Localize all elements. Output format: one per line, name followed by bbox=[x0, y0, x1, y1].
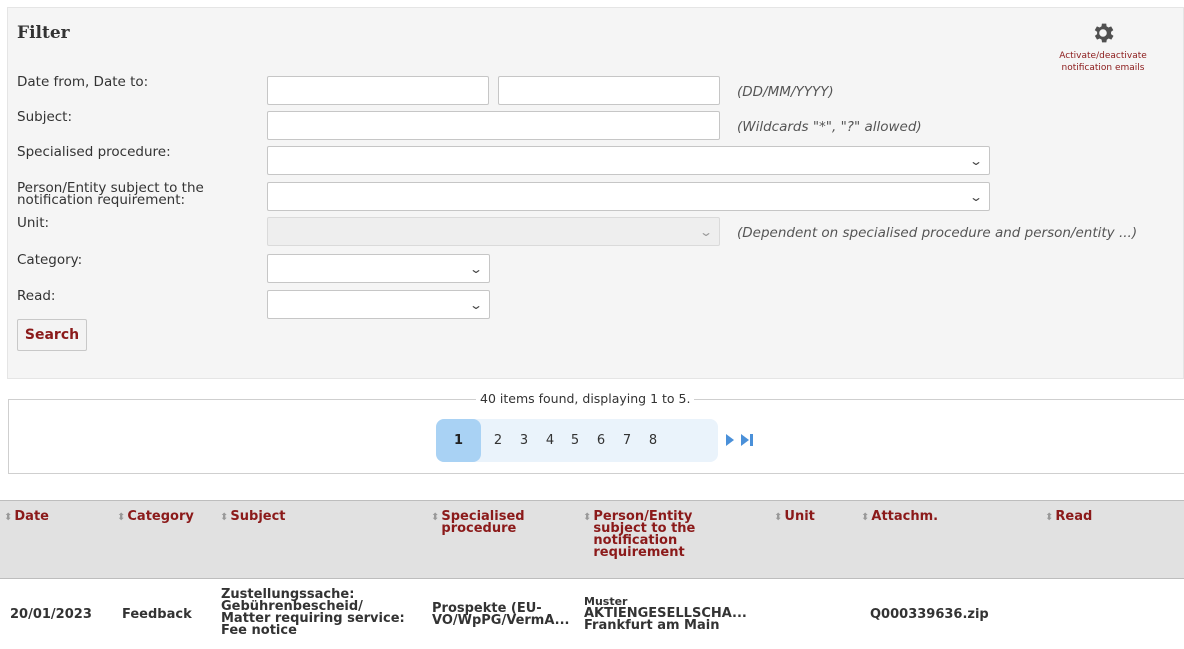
procedure-label: Specialised procedure: bbox=[17, 144, 171, 160]
column-header-person-label[interactable]: Person/Entity subject to the notification r… bbox=[593, 510, 695, 559]
cell-attachment[interactable]: Q000339636.zip bbox=[870, 608, 989, 621]
column-header-category-label[interactable]: Category bbox=[127, 509, 193, 524]
sort-icon[interactable]: ⬍ bbox=[774, 512, 782, 523]
page-link[interactable]: 4 bbox=[543, 433, 557, 448]
pagination-summary: 40 items found, displaying 1 to 5. bbox=[476, 391, 695, 406]
read-label: Read: bbox=[17, 288, 56, 304]
person-select[interactable]: ⌄ bbox=[267, 182, 990, 211]
cell-subject: Zustellungssache: Gebührenbescheid/ Matt… bbox=[221, 587, 405, 638]
sort-icon[interactable]: ⬍ bbox=[583, 512, 591, 523]
page-link[interactable]: 7 bbox=[620, 433, 634, 448]
page-link[interactable]: 8 bbox=[646, 433, 660, 448]
next-page-icon[interactable] bbox=[724, 431, 736, 449]
column-header-date-label[interactable]: Date bbox=[14, 509, 49, 524]
category-label: Category: bbox=[17, 252, 83, 268]
column-header-unit-label[interactable]: Unit bbox=[784, 509, 814, 524]
column-header-attachment[interactable]: ⬍ Attachm. bbox=[861, 509, 938, 524]
date-from-input[interactable] bbox=[267, 76, 489, 105]
unit-label: Unit: bbox=[17, 215, 50, 231]
notification-caption-line1[interactable]: Activate/deactivate bbox=[1053, 50, 1153, 62]
page-link[interactable]: 6 bbox=[594, 433, 608, 448]
sort-icon[interactable]: ⬍ bbox=[1045, 512, 1053, 523]
column-header-subject-label[interactable]: Subject bbox=[230, 509, 285, 524]
column-header-person[interactable]: ⬍ Person/Entity subject to the notification… bbox=[583, 510, 695, 559]
date-format-hint: (DD/MM/YYYY) bbox=[737, 84, 834, 100]
cell-date: 20/01/2023 bbox=[10, 607, 92, 622]
chevron-down-icon[interactable]: ⌄ bbox=[969, 190, 983, 204]
sort-icon[interactable]: ⬍ bbox=[431, 512, 439, 523]
column-header-procedure[interactable]: ⬍ Specialised procedure bbox=[431, 510, 525, 535]
column-header-date[interactable]: ⬍ Date bbox=[4, 509, 49, 524]
page-current[interactable]: 1 bbox=[436, 419, 481, 462]
person-label: Person/Entity subject to the notificatio… bbox=[17, 181, 204, 208]
read-select[interactable]: ⌄ bbox=[267, 290, 490, 319]
subject-label: Subject: bbox=[17, 109, 73, 125]
filter-title: Filter bbox=[17, 23, 70, 43]
cell-procedure: Prospekte (EU- VO/WpPG/VermA... bbox=[432, 601, 570, 628]
notification-caption-line2[interactable]: notification emails bbox=[1053, 62, 1153, 74]
date-label: Date from, Date to: bbox=[17, 74, 149, 90]
column-header-read[interactable]: ⬍ Read bbox=[1045, 509, 1092, 524]
unit-hint: (Dependent on specialised procedure and … bbox=[737, 225, 1138, 241]
column-header-category[interactable]: ⬍ Category bbox=[117, 509, 194, 524]
person-label-line2: notification requirement: bbox=[17, 192, 186, 208]
column-header-procedure-label[interactable]: Specialised procedure bbox=[441, 510, 524, 535]
category-select[interactable]: ⌄ bbox=[267, 254, 490, 283]
chevron-down-icon: ⌄ bbox=[698, 225, 714, 239]
date-to-input[interactable] bbox=[498, 76, 720, 105]
page-link[interactable]: 2 bbox=[491, 433, 505, 448]
notification-settings[interactable]: Activate/deactivate notification emails bbox=[1053, 20, 1153, 74]
sort-icon[interactable]: ⬍ bbox=[117, 512, 125, 523]
cell-person: Muster AKTIENGESELLSCHA... Frankfurt am … bbox=[584, 595, 747, 633]
column-header-read-label[interactable]: Read bbox=[1055, 509, 1092, 524]
page-link[interactable]: 3 bbox=[517, 433, 531, 448]
subject-input[interactable] bbox=[267, 111, 720, 140]
sort-icon[interactable]: ⬍ bbox=[861, 512, 869, 523]
last-page-icon[interactable] bbox=[739, 431, 755, 449]
column-header-subject[interactable]: ⬍ Subject bbox=[220, 509, 286, 524]
column-header-attachment-label[interactable]: Attachm. bbox=[871, 509, 938, 524]
subject-hint: (Wildcards "*", "?" allowed) bbox=[737, 119, 922, 135]
sort-icon[interactable]: ⬍ bbox=[4, 512, 12, 523]
search-button[interactable]: Search bbox=[17, 319, 87, 351]
unit-select: ⌄ bbox=[267, 217, 720, 246]
notification-caption[interactable]: Activate/deactivate notification emails bbox=[1053, 50, 1153, 74]
cell-category: Feedback bbox=[122, 607, 192, 622]
procedure-select[interactable]: ⌄ bbox=[267, 146, 990, 175]
page-link[interactable]: 5 bbox=[568, 433, 582, 448]
chevron-down-icon[interactable]: ⌄ bbox=[969, 154, 983, 168]
sort-icon[interactable]: ⬍ bbox=[220, 512, 228, 523]
chevron-down-icon[interactable]: ⌄ bbox=[469, 262, 483, 276]
chevron-down-icon[interactable]: ⌄ bbox=[469, 298, 483, 312]
column-header-unit[interactable]: ⬍ Unit bbox=[774, 509, 815, 524]
gear-icon[interactable] bbox=[1090, 20, 1116, 46]
